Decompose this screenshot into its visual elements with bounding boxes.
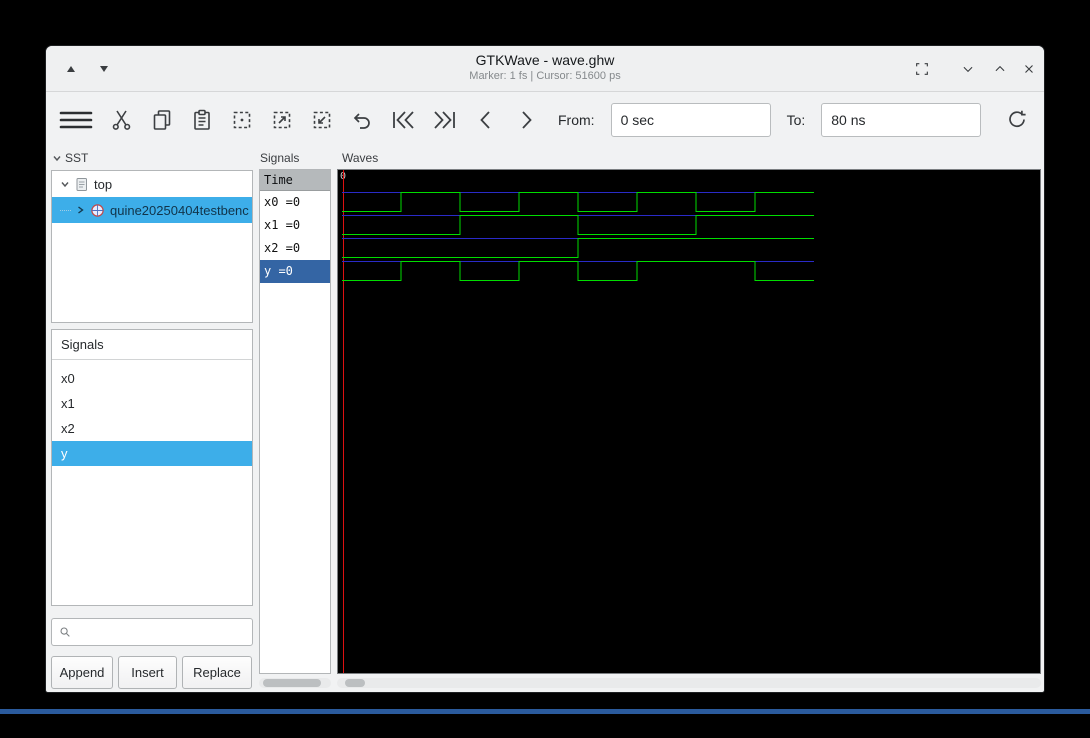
zoom-out-icon[interactable]	[310, 108, 334, 132]
scrollbar-thumb[interactable]	[345, 679, 365, 687]
tree-item-label: quine20250404testbenc	[110, 203, 249, 218]
waves-hscrollbar[interactable]	[337, 678, 1041, 688]
signal-item-x1[interactable]: x1	[52, 391, 252, 416]
scrollbar-thumb[interactable]	[263, 679, 321, 687]
wave-name-x0[interactable]: x0 =0	[260, 191, 330, 214]
window-title: GTKWave - wave.ghw	[46, 52, 1044, 68]
toolbar: From: To:	[46, 93, 1044, 147]
wave-name-x2[interactable]: x2 =0	[260, 237, 330, 260]
entity-icon	[90, 203, 105, 218]
tree-item-quine[interactable]: quine20250404testbenc	[52, 197, 252, 223]
search-input[interactable]	[76, 621, 252, 643]
signals-frame-label: Signals	[260, 151, 299, 165]
wave-name-x1[interactable]: x1 =0	[260, 214, 330, 237]
append-button[interactable]: Append	[51, 656, 113, 689]
tree-branch-line	[60, 210, 71, 211]
tree-item-label: top	[94, 177, 112, 192]
insert-button[interactable]: Insert	[118, 656, 177, 689]
signal-item-x2[interactable]: x2	[52, 416, 252, 441]
scroll-up-icon[interactable]	[62, 60, 80, 78]
tree-item-top[interactable]: top	[52, 171, 252, 197]
shift-left-icon[interactable]	[474, 108, 498, 132]
module-icon	[75, 177, 89, 192]
time-header[interactable]: Time	[260, 170, 330, 191]
window-minimize-icon[interactable]	[959, 60, 977, 78]
sst-tree: top quine20250404testbenc	[51, 170, 253, 323]
wave-row-x0[interactable]	[338, 190, 1041, 214]
undo-icon[interactable]	[350, 108, 374, 132]
titlebar[interactable]: GTKWave - wave.ghw Marker: 1 fs | Cursor…	[46, 46, 1044, 92]
paste-icon[interactable]	[190, 108, 214, 132]
wave-row-x2[interactable]	[338, 236, 1041, 260]
wave-row-y[interactable]	[338, 259, 1041, 283]
shift-right-icon[interactable]	[514, 108, 538, 132]
sst-header[interactable]: SST	[52, 151, 88, 165]
window-restore-icon[interactable]	[913, 60, 931, 78]
copy-icon[interactable]	[150, 108, 174, 132]
from-label: From:	[558, 112, 595, 128]
desktop: GTKWave - wave.ghw Marker: 1 fs | Cursor…	[0, 0, 1090, 738]
expander-open-icon[interactable]	[60, 179, 70, 189]
signal-item-x0[interactable]: x0	[52, 366, 252, 391]
zoom-fit-icon[interactable]	[230, 108, 254, 132]
go-to-end-icon[interactable]	[432, 108, 458, 132]
scroll-down-icon[interactable]	[95, 60, 113, 78]
wave-row-x1[interactable]	[338, 213, 1041, 237]
wave-name-list: Time x0 =0 x1 =0 x2 =0 y =0	[259, 169, 331, 674]
to-label: To:	[787, 112, 806, 128]
waves-canvas[interactable]: 0	[337, 169, 1041, 674]
expander-closed-icon[interactable]	[76, 205, 85, 215]
window-close-icon[interactable]	[1020, 60, 1038, 78]
zoom-in-icon[interactable]	[270, 108, 294, 132]
cut-icon[interactable]	[110, 108, 134, 132]
desktop-panel-edge	[0, 709, 1090, 714]
marker-cursor-status: Marker: 1 fs | Cursor: 51600 ps	[46, 70, 1044, 82]
signal-item-y[interactable]: y	[52, 441, 252, 466]
wave-name-y[interactable]: y =0	[260, 260, 330, 283]
signal-browser-header: Signals	[52, 330, 252, 360]
go-to-start-icon[interactable]	[390, 108, 416, 132]
sst-label: SST	[65, 151, 88, 165]
search-icon	[59, 624, 71, 640]
from-input[interactable]	[611, 103, 771, 137]
chevron-down-icon	[52, 153, 62, 163]
gtkwave-window: GTKWave - wave.ghw Marker: 1 fs | Cursor…	[45, 45, 1045, 693]
signal-search[interactable]	[51, 618, 253, 646]
signal-browser: Signals x0 x1 x2 y	[51, 329, 253, 606]
reload-icon[interactable]	[1005, 108, 1029, 132]
replace-button[interactable]: Replace	[182, 656, 252, 689]
window-maximize-icon[interactable]	[991, 60, 1009, 78]
menu-icon[interactable]	[58, 108, 94, 132]
waves-frame-label: Waves	[342, 151, 378, 165]
to-input[interactable]	[821, 103, 981, 137]
name-list-hscrollbar[interactable]	[259, 678, 331, 688]
